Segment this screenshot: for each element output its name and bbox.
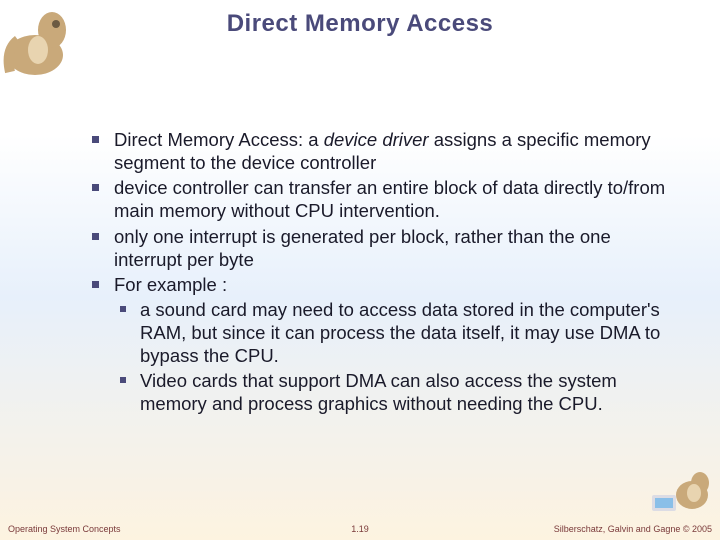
dinosaur-bottom-right-icon: [650, 465, 712, 515]
bullet-item-3: only one interrupt is generated per bloc…: [92, 225, 680, 271]
slide-footer: Operating System Concepts 1.19 Silbersch…: [0, 516, 720, 534]
bullet-1-emphasis: device driver: [324, 129, 429, 150]
bullet-item-2: device controller can transfer an entire…: [92, 176, 680, 222]
sub-bullet-list: a sound card may need to access data sto…: [120, 298, 680, 416]
slide-content: Direct Memory Access: a device driver as…: [92, 128, 680, 418]
bullet-4-text: For example :: [114, 274, 227, 295]
slide-title: Direct Memory Access: [0, 0, 720, 38]
sub-bullet-b: Video cards that support DMA can also ac…: [120, 369, 680, 415]
footer-left: Operating System Concepts: [8, 524, 121, 534]
footer-page-number: 1.19: [351, 524, 369, 534]
bullet-item-4: For example : a sound card may need to a…: [92, 273, 680, 416]
bullet-list: Direct Memory Access: a device driver as…: [92, 128, 680, 416]
sub-bullet-a: a sound card may need to access data sto…: [120, 298, 680, 367]
bullet-1-prefix: Direct Memory Access: a: [114, 129, 324, 150]
dinosaur-top-left-icon: [0, 0, 80, 80]
footer-copyright: Silberschatz, Galvin and Gagne © 2005: [554, 524, 712, 534]
bullet-item-1: Direct Memory Access: a device driver as…: [92, 128, 680, 174]
